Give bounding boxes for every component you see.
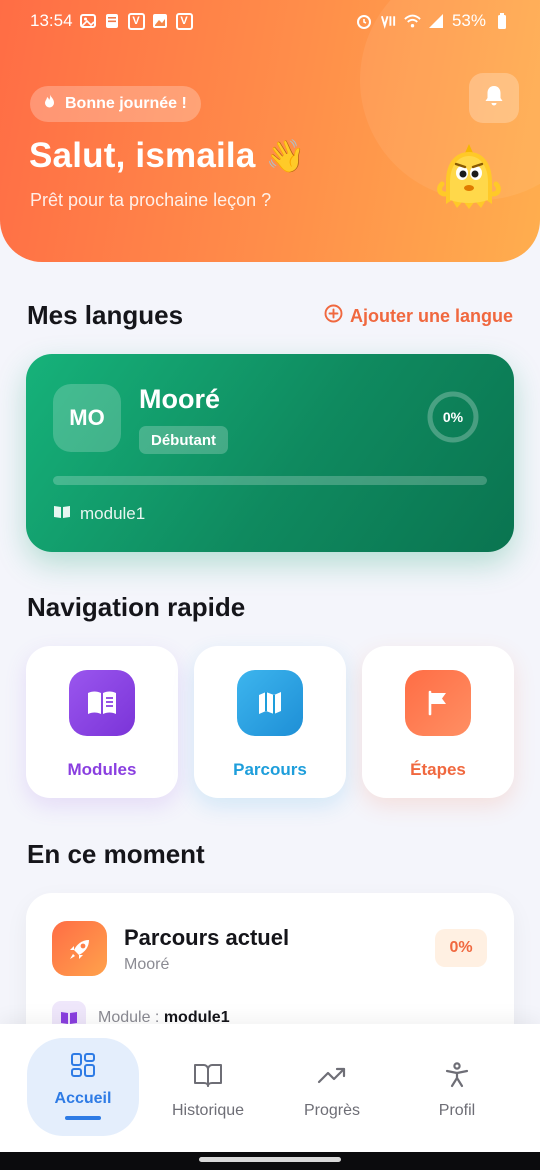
quick-nav-etapes[interactable]: Étapes bbox=[362, 646, 514, 798]
nav-profil[interactable]: Profil bbox=[401, 1048, 513, 1146]
greeting-chip: Bonne journée ! bbox=[30, 86, 201, 122]
book-icon bbox=[53, 504, 71, 524]
book-icon bbox=[69, 670, 135, 736]
gesture-handle[interactable] bbox=[199, 1157, 341, 1162]
nav-accueil[interactable]: Accueil bbox=[27, 1038, 139, 1136]
language-progress-label: 0% bbox=[442, 409, 464, 425]
greeting-subtitle: Prêt pour ta prochaine leçon ? bbox=[30, 190, 272, 210]
v-app-icon: V bbox=[127, 12, 145, 30]
quick-nav-label: Modules bbox=[67, 760, 137, 779]
greeting-title: Salut, ismaila bbox=[29, 136, 256, 175]
active-indicator bbox=[65, 1116, 101, 1120]
language-card-moore[interactable]: MO Mooré Débutant 0% module1 bbox=[26, 354, 514, 552]
person-icon bbox=[442, 1060, 472, 1090]
current-section-title: En ce moment bbox=[27, 839, 205, 869]
greeting-chip-label: Bonne journée ! bbox=[65, 95, 187, 112]
status-bar: 13:54 V V 53% bbox=[0, 0, 540, 42]
grid-icon bbox=[68, 1050, 98, 1080]
open-book-icon bbox=[193, 1060, 223, 1090]
nav-progres[interactable]: Progrès bbox=[276, 1048, 388, 1146]
notifications-button[interactable] bbox=[469, 73, 519, 123]
battery-icon bbox=[493, 13, 510, 30]
nav-label: Historique bbox=[171, 1102, 245, 1119]
gallery-icon bbox=[152, 13, 169, 30]
alarm-icon bbox=[356, 13, 373, 30]
volte-icon bbox=[380, 13, 397, 30]
nav-label: Accueil bbox=[54, 1090, 112, 1107]
current-course-language: Mooré bbox=[124, 956, 170, 973]
add-language-button[interactable]: Ajouter une langue bbox=[324, 304, 513, 328]
mascot-icon bbox=[436, 142, 502, 214]
v-app-icon: V bbox=[175, 12, 193, 30]
current-course-percent: 0% bbox=[435, 929, 487, 967]
language-level-badge: Débutant bbox=[139, 426, 228, 454]
quick-nav-parcours[interactable]: Parcours bbox=[194, 646, 346, 798]
nav-label: Progrès bbox=[303, 1102, 361, 1119]
flag-icon bbox=[405, 670, 471, 736]
rocket-icon bbox=[52, 921, 107, 976]
nav-historique[interactable]: Historique bbox=[152, 1048, 264, 1146]
battery-percent: 53% bbox=[451, 11, 486, 30]
languages-section-title: Mes langues bbox=[27, 300, 184, 330]
quick-nav-section-title: Navigation rapide bbox=[27, 592, 246, 622]
current-course-title: Parcours actuel bbox=[124, 925, 290, 950]
status-time: 13:54 bbox=[30, 11, 73, 30]
add-language-label: Ajouter une langue bbox=[349, 305, 513, 326]
language-module: module1 bbox=[53, 504, 145, 524]
language-name: Mooré bbox=[139, 384, 220, 414]
wave-emoji: 👋 bbox=[265, 138, 306, 174]
wifi-icon bbox=[404, 13, 421, 30]
map-icon bbox=[237, 670, 303, 736]
signal-icon bbox=[428, 13, 445, 30]
fire-icon bbox=[42, 93, 57, 115]
image-icon bbox=[80, 13, 97, 30]
quick-nav-label: Parcours bbox=[233, 760, 307, 779]
note-icon bbox=[104, 13, 121, 30]
language-module-label: module1 bbox=[80, 504, 146, 523]
page-title: Salut, ismaila 👋 bbox=[29, 136, 306, 176]
language-progress-bar bbox=[53, 476, 487, 485]
quick-nav-modules[interactable]: Modules bbox=[26, 646, 178, 798]
bell-icon bbox=[484, 85, 504, 112]
language-badge: MO bbox=[53, 384, 121, 452]
add-circle-icon bbox=[324, 304, 343, 328]
nav-label: Profil bbox=[438, 1102, 476, 1119]
quick-nav-label: Étapes bbox=[410, 760, 466, 779]
trending-up-icon bbox=[317, 1060, 347, 1090]
bottom-navigation: Accueil Historique Progrès Profil bbox=[0, 1024, 540, 1152]
language-progress-ring: 0% bbox=[426, 390, 480, 444]
